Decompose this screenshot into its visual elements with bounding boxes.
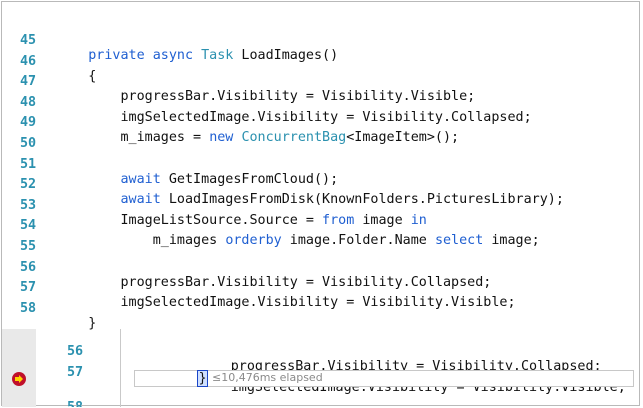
code-line[interactable]: 51 await GetImagesFromCloud(); [2,142,641,187]
code-line[interactable]: 47 progressBar.Visibility = Visibility.V… [2,59,641,104]
code-editor-debug: 56 progressBar.Visibility = Visibility.C… [2,329,641,407]
code-line[interactable]: 53 ImageListSource.Source = from image i… [2,183,641,228]
current-statement-line[interactable]: 58 } ≤10,476ms elapsed [2,370,641,407]
current-line-highlight [134,370,634,387]
code-line[interactable]: 50 [2,121,641,151]
current-statement-arrow-icon[interactable] [12,372,26,386]
code-line[interactable]: 49 m_images = new ConcurrentBag<ImageIte… [2,100,641,145]
line-number: 59 [67,406,97,408]
code-line[interactable]: 52 await LoadImagesFromDisk(KnownFolders… [2,162,641,207]
code-line[interactable]: 45 private async Task LoadImages() [2,18,641,63]
code-editor-window: 45 private async Task LoadImages() 46 { … [1,1,641,407]
code-line[interactable]: 58 } [2,286,641,331]
code-line[interactable]: 57 imgSelectedImage.Visibility = Visibil… [2,265,641,310]
closing-brace[interactable]: } [197,370,208,387]
line-number: 58 [20,300,37,316]
perf-tip[interactable]: ≤10,476ms elapsed [212,371,323,384]
code-line[interactable]: 55 [2,224,641,254]
code-line[interactable]: 59 [2,391,641,408]
code-editor-top: 45 private async Task LoadImages() 46 { … [2,18,641,331]
code-line[interactable]: 56 progressBar.Visibility = Visibility.C… [2,329,641,374]
code-line[interactable]: 46 { [2,39,641,84]
code-line[interactable]: 54 m_images orderby image.Folder.Name se… [2,203,641,248]
code-line[interactable]: 56 progressBar.Visibility = Visibility.C… [2,245,641,290]
code-line[interactable]: 57 imgSelectedImage.Visibility = Visibil… [2,350,641,395]
code-line[interactable]: 48 imgSelectedImage.Visibility = Visibil… [2,80,641,125]
